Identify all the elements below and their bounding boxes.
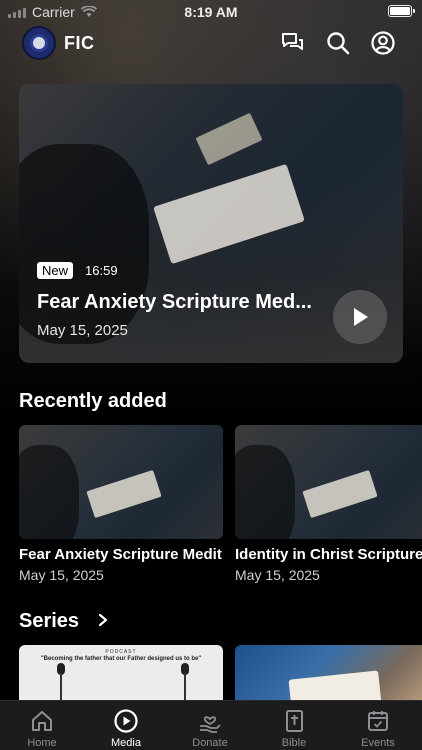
home-icon xyxy=(32,711,52,731)
church-logo[interactable] xyxy=(22,26,56,60)
status-bar: Carrier 8:19 AM xyxy=(0,0,422,24)
search-icon[interactable] xyxy=(325,30,351,56)
media-thumbnail xyxy=(19,425,223,539)
tab-media[interactable]: Media xyxy=(84,701,168,750)
tab-label: Bible xyxy=(281,737,307,749)
tab-bar: Home Media Donate Bible Events xyxy=(0,700,422,750)
recently-added-heading: Recently added xyxy=(19,390,167,412)
media-title: Fear Anxiety Scripture Medit xyxy=(19,546,222,563)
hero-badges: New 16:59 xyxy=(37,262,123,279)
media-date: May 15, 2025 xyxy=(19,567,104,583)
tab-events[interactable]: Events xyxy=(336,701,420,750)
media-card[interactable]: Fear Anxiety Scripture Medit May 15, 202… xyxy=(19,425,223,583)
featured-media-card[interactable]: New 16:59 Fear Anxiety Scripture Med... … xyxy=(19,84,403,363)
play-circle-icon xyxy=(114,709,138,733)
tab-home[interactable]: Home xyxy=(0,701,84,750)
media-thumbnail xyxy=(235,425,422,539)
tab-label: Donate xyxy=(192,737,228,749)
donate-icon xyxy=(200,716,221,733)
app-title: FIC xyxy=(64,33,95,53)
series-card[interactable] xyxy=(235,645,422,705)
clock: 8:19 AM xyxy=(184,4,238,20)
hero-date: May 15, 2025 xyxy=(37,322,128,339)
tab-donate[interactable]: Donate xyxy=(168,701,252,750)
play-button[interactable] xyxy=(333,290,387,344)
media-date: May 15, 2025 xyxy=(235,567,320,583)
series-card[interactable]: PODCAST "Becoming the father that our Fa… xyxy=(19,645,223,705)
hero-title: Fear Anxiety Scripture Med... xyxy=(37,291,312,313)
series-heading[interactable]: Series xyxy=(19,610,79,633)
tab-label: Events xyxy=(361,737,395,749)
profile-icon[interactable] xyxy=(370,30,396,56)
tab-bible[interactable]: Bible xyxy=(252,701,336,750)
series-podcast-label: PODCAST xyxy=(105,649,137,655)
chevron-right-icon[interactable] xyxy=(96,613,110,627)
duration-badge: 16:59 xyxy=(80,262,123,279)
play-icon xyxy=(354,308,368,326)
chat-icon[interactable] xyxy=(280,30,306,56)
new-badge: New xyxy=(37,262,74,279)
battery-icon xyxy=(388,5,415,17)
app-header: FIC xyxy=(0,26,422,62)
tab-label: Media xyxy=(111,737,141,749)
tab-label: Home xyxy=(27,737,57,749)
calendar-icon xyxy=(368,711,388,731)
bible-icon xyxy=(286,710,303,732)
media-card[interactable]: Identity in Christ Scripture May 15, 202… xyxy=(235,425,422,583)
media-title: Identity in Christ Scripture xyxy=(235,546,422,563)
series-quote: "Becoming the father that our Father des… xyxy=(40,656,202,662)
